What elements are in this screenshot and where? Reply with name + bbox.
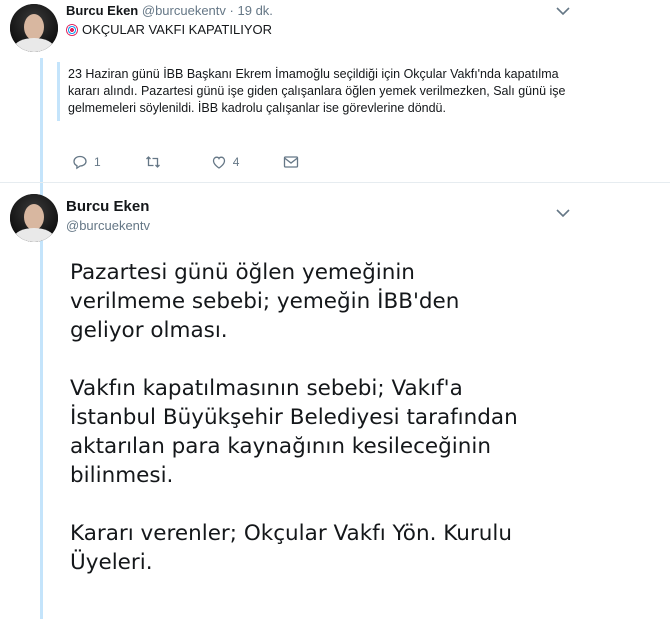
retweet-icon — [145, 156, 160, 168]
chevron-down-icon[interactable] — [556, 206, 570, 221]
tweet-divider — [0, 182, 670, 183]
author-name[interactable]: Burcu Eken — [66, 3, 138, 18]
tweet-paragraph: Pazartesi günü öğlen yemeğinin verilmeme… — [70, 260, 460, 343]
thread-connector-line — [40, 58, 43, 619]
envelope-icon — [284, 156, 299, 168]
tweet-subject-line: OKÇULAR VAKFI KAPATILIYOR — [66, 22, 272, 37]
reply-count: 1 — [94, 155, 101, 169]
author-name[interactable]: Burcu Eken — [66, 198, 149, 215]
tweet-actions: 1 4 — [72, 154, 343, 170]
direct-message-button[interactable] — [283, 154, 299, 170]
author-handle[interactable]: @burcuekentv — [142, 3, 226, 18]
retweet-button[interactable] — [145, 154, 167, 170]
heart-icon — [212, 156, 225, 169]
like-count: 4 — [232, 155, 240, 169]
tweet-body: 23 Haziran günü İBB Başkanı Ekrem İmamoğ… — [57, 62, 568, 121]
tweet-header: Burcu Eken @burcuekentv · 19 dk. — [66, 3, 273, 18]
tweet-paragraph: Kararı verenler; Okçular Vakfı Yön. Kuru… — [70, 521, 512, 575]
avatar[interactable] — [10, 194, 58, 242]
chevron-down-icon[interactable] — [556, 4, 570, 19]
tweet-body-large: Pazartesi günü öğlen yemeğinin verilmeme… — [70, 258, 590, 606]
author-handle[interactable]: @burcuekentv — [66, 218, 150, 233]
tweet-timestamp[interactable]: 19 dk. — [238, 3, 273, 18]
reply-icon — [73, 155, 87, 170]
target-emoji-icon — [66, 23, 78, 36]
reply-button[interactable]: 1 — [72, 154, 101, 170]
tweet-paragraph: Vakfın kapatılmasının sebebi; Vakıf'a İs… — [70, 376, 518, 488]
tweet-subject: OKÇULAR VAKFI KAPATILIYOR — [82, 22, 272, 37]
avatar[interactable] — [10, 4, 58, 52]
like-button[interactable]: 4 — [211, 154, 240, 170]
separator-dot: · — [229, 3, 234, 18]
